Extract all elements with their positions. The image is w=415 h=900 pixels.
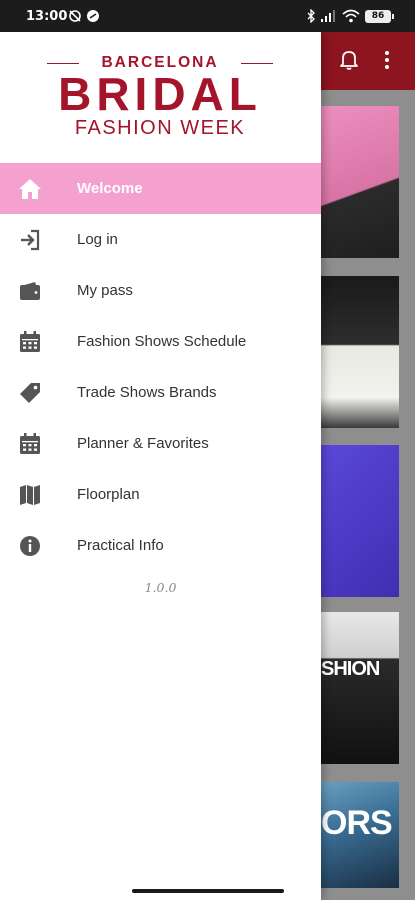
- tag-icon: [20, 383, 40, 403]
- bell-icon[interactable]: [339, 49, 359, 71]
- menu-item-label: Welcome: [77, 180, 143, 197]
- more-options-icon[interactable]: [384, 49, 390, 71]
- wifi-icon: [342, 9, 360, 23]
- calendar-icon: [20, 433, 40, 454]
- bluetooth-icon: [307, 9, 315, 23]
- menu-item-label: Fashion Shows Schedule: [77, 333, 247, 350]
- home-icon: [19, 179, 41, 199]
- event-card[interactable]: SHION: [321, 612, 399, 764]
- logo-line-2: BRIDAL: [58, 68, 262, 120]
- menu-item-trade-shows-brands[interactable]: Trade Shows Brands: [0, 367, 321, 418]
- login-icon: [21, 229, 40, 251]
- menu-item-label: Trade Shows Brands: [77, 384, 217, 401]
- app-version: 1.0.0: [144, 580, 177, 595]
- menu-item-label: Log in: [77, 231, 118, 248]
- menu-item-practical-info[interactable]: Practical Info: [0, 520, 321, 571]
- logo-line-3: FASHION WEEK: [74, 117, 246, 139]
- menu-item-log-in[interactable]: Log in: [0, 214, 321, 265]
- home-indicator[interactable]: [132, 889, 284, 893]
- calendar-icon: [20, 331, 40, 352]
- menu-item-planner-favorites[interactable]: Planner & Favorites: [0, 418, 321, 469]
- wallet-icon: [20, 282, 40, 300]
- event-card[interactable]: [321, 445, 399, 597]
- event-card[interactable]: [321, 276, 399, 428]
- event-card[interactable]: ORS: [321, 782, 399, 888]
- card-title: ORS: [321, 804, 393, 842]
- navigation-drawer: BARCELONA BRIDAL FASHION WEEK Welcome Lo…: [0, 32, 321, 900]
- alarm-off-icon: [69, 10, 81, 22]
- menu-item-label: Floorplan: [77, 486, 140, 503]
- event-card[interactable]: [321, 106, 399, 258]
- menu-item-welcome[interactable]: Welcome: [0, 163, 321, 214]
- status-bar: 13:00 86: [0, 0, 415, 32]
- menu-item-my-pass[interactable]: My pass: [0, 265, 321, 316]
- signal-icon: [321, 10, 335, 22]
- battery-indicator: 86: [365, 10, 394, 23]
- card-title: SHION: [321, 658, 380, 680]
- menu-item-floorplan[interactable]: Floorplan: [0, 469, 321, 520]
- status-time: 13:00: [26, 9, 68, 24]
- sync-icon: [87, 10, 99, 22]
- menu-item-label: Practical Info: [77, 537, 164, 554]
- menu-item-label: Planner & Favorites: [77, 435, 209, 452]
- info-icon: [20, 536, 40, 556]
- menu-item-fashion-shows-schedule[interactable]: Fashion Shows Schedule: [0, 316, 321, 367]
- drawer-menu: Welcome Log in My pass Fashion Shows Sch…: [0, 163, 321, 571]
- brand-logo: BARCELONA BRIDAL FASHION WEEK: [0, 32, 321, 162]
- map-icon: [20, 485, 40, 505]
- menu-item-label: My pass: [77, 282, 133, 299]
